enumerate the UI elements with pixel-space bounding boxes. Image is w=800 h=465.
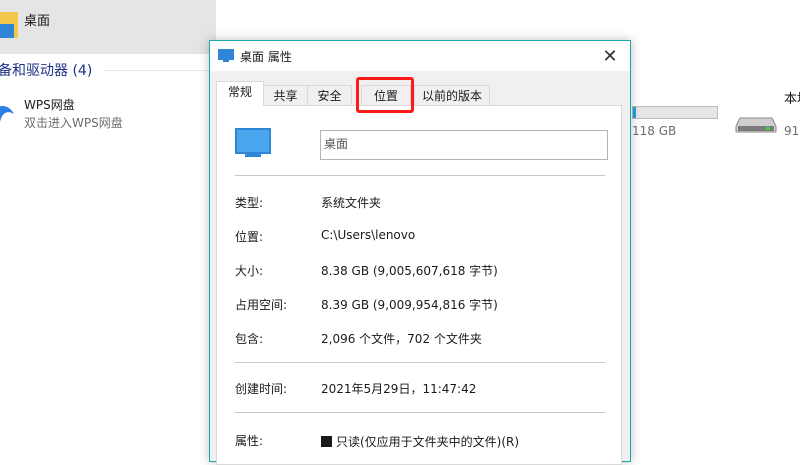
- readonly-checkbox-row[interactable]: 只读(仅应用于文件夹中的文件)(R): [321, 433, 519, 450]
- desktop-icon: [218, 49, 234, 62]
- nav-item-label: 桌面: [24, 14, 51, 29]
- size-on-disk-label: 占用空间:: [235, 298, 288, 312]
- properties-dialog: 桌面 属性 ✕ 常规 共享 安全 位置 以前的版本 桌面 类型: 系统文件夹 位…: [209, 40, 631, 465]
- readonly-checkbox[interactable]: [321, 436, 332, 447]
- created-label: 创建时间:: [235, 382, 288, 396]
- type-label: 类型:: [235, 196, 264, 210]
- contains-value: 2,096 个文件，702 个文件夹: [321, 332, 482, 346]
- desktop-folder-icon: [0, 12, 18, 38]
- wps-cloud-icon: [0, 106, 14, 122]
- general-tab-panel: 桌面 类型: 系统文件夹 位置: C:\Users\lenovo 大小: 8.3…: [216, 105, 622, 465]
- separator: [235, 412, 605, 413]
- drive-usage-fill: [633, 107, 636, 118]
- tab-previous-versions[interactable]: 以前的版本: [414, 85, 490, 105]
- dialog-titlebar[interactable]: 桌面 属性 ✕: [210, 41, 630, 71]
- contains-label: 包含:: [235, 332, 264, 346]
- local-disk-label[interactable]: 本地: [784, 88, 800, 107]
- size-value: 8.38 GB (9,005,607,618 字节): [321, 264, 498, 278]
- tab-security[interactable]: 安全: [307, 85, 352, 105]
- drive-usage-bar: [632, 106, 718, 119]
- attributes-label: 属性:: [235, 434, 264, 448]
- separator: [235, 362, 605, 363]
- dialog-title: 桌面 属性: [240, 50, 292, 64]
- tab-sharing[interactable]: 共享: [263, 85, 308, 105]
- created-value: 2021年5月29日，11:47:42: [321, 382, 477, 396]
- close-button[interactable]: ✕: [590, 41, 630, 71]
- location-tab-highlight: [356, 77, 414, 113]
- size-label: 大小:: [235, 264, 264, 278]
- tab-general[interactable]: 常规: [216, 81, 264, 106]
- separator: [235, 175, 605, 176]
- local-disk-subtext: 91: [784, 124, 800, 138]
- close-icon: ✕: [602, 45, 618, 67]
- hard-drive-icon[interactable]: [734, 112, 778, 136]
- group-header-devices[interactable]: 备和驱动器 (4): [0, 60, 92, 80]
- drive-free-space: 118 GB: [632, 124, 677, 138]
- group-divider: [104, 70, 214, 71]
- location-label: 位置:: [235, 230, 264, 244]
- readonly-checkbox-label: 只读(仅应用于文件夹中的文件)(R): [336, 435, 520, 449]
- folder-name-input[interactable]: 桌面: [320, 130, 608, 160]
- desktop-large-icon: [235, 128, 271, 157]
- wps-drive-name: WPS网盘: [24, 98, 75, 112]
- size-on-disk-value: 8.39 GB (9,009,954,816 字节): [321, 298, 498, 312]
- wps-drive-subtitle: 双击进入WPS网盘: [24, 116, 123, 130]
- nav-item-desktop[interactable]: 桌面: [0, 0, 216, 54]
- location-value: C:\Users\lenovo: [321, 228, 416, 242]
- type-value: 系统文件夹: [321, 196, 382, 210]
